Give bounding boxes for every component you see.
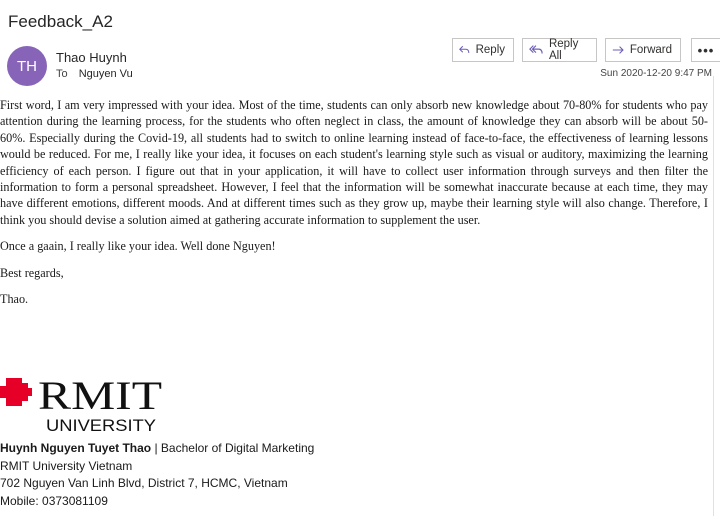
message-body: First word, I am very impressed with you… [0,97,708,317]
logo-subtitle: UNIVERSITY [46,416,156,435]
body-paragraph: First word, I am very impressed with you… [0,98,708,227]
to-label: To [56,68,68,80]
reply-icon [459,45,470,54]
message-actions: Reply Reply All Forward ••• [452,38,720,62]
more-actions-button[interactable]: ••• [691,38,720,62]
rmit-pixel-mark [0,378,32,406]
email-subject: Feedback_A2 [8,12,113,31]
signature-mobile: Mobile: 0373081109 [0,493,108,508]
signature-name-line: Huynh Nguyen Tuyet Thao | Bachelor of Di… [0,440,314,458]
avatar-initials: TH [17,57,37,75]
signature-address: 702 Nguyen Van Linh Blvd, District 7, HC… [0,476,288,490]
logo-wordmark: RMIT [38,373,162,418]
recipient-line: To Nguyen Vu [56,68,133,80]
sent-date: Sun 2020-12-20 9:47 PM [600,68,712,79]
reply-all-label: Reply All [548,38,579,62]
reply-button[interactable]: Reply [452,38,514,62]
signature-org: RMIT University Vietnam [0,458,133,473]
body-paragraph: Thao. [0,292,29,307]
scrollbar[interactable] [713,76,720,516]
recipient-name[interactable]: Nguyen Vu [79,68,133,80]
forward-icon [612,46,624,54]
reply-all-icon [529,45,543,54]
more-icon: ••• [697,42,715,58]
avatar[interactable]: TH [7,46,47,86]
forward-label: Forward [629,44,672,56]
signature-block: Huynh Nguyen Tuyet Thao | Bachelor of Di… [0,440,314,510]
reply-label: Reply [475,44,505,56]
signature-separator: | [151,441,161,455]
forward-button[interactable]: Forward [605,38,681,62]
body-paragraph: Once a gaain, I really like your idea. W… [0,239,276,254]
signature-name: Huynh Nguyen Tuyet Thao [0,441,152,455]
reply-all-button[interactable]: Reply All [522,38,597,62]
body-paragraph: Best regards, [0,265,64,280]
rmit-logo: RMIT UNIVERSITY [0,373,162,435]
signature-title: Bachelor of Digital Marketing [160,441,315,455]
sender-name[interactable]: Thao Huynh [56,50,127,65]
